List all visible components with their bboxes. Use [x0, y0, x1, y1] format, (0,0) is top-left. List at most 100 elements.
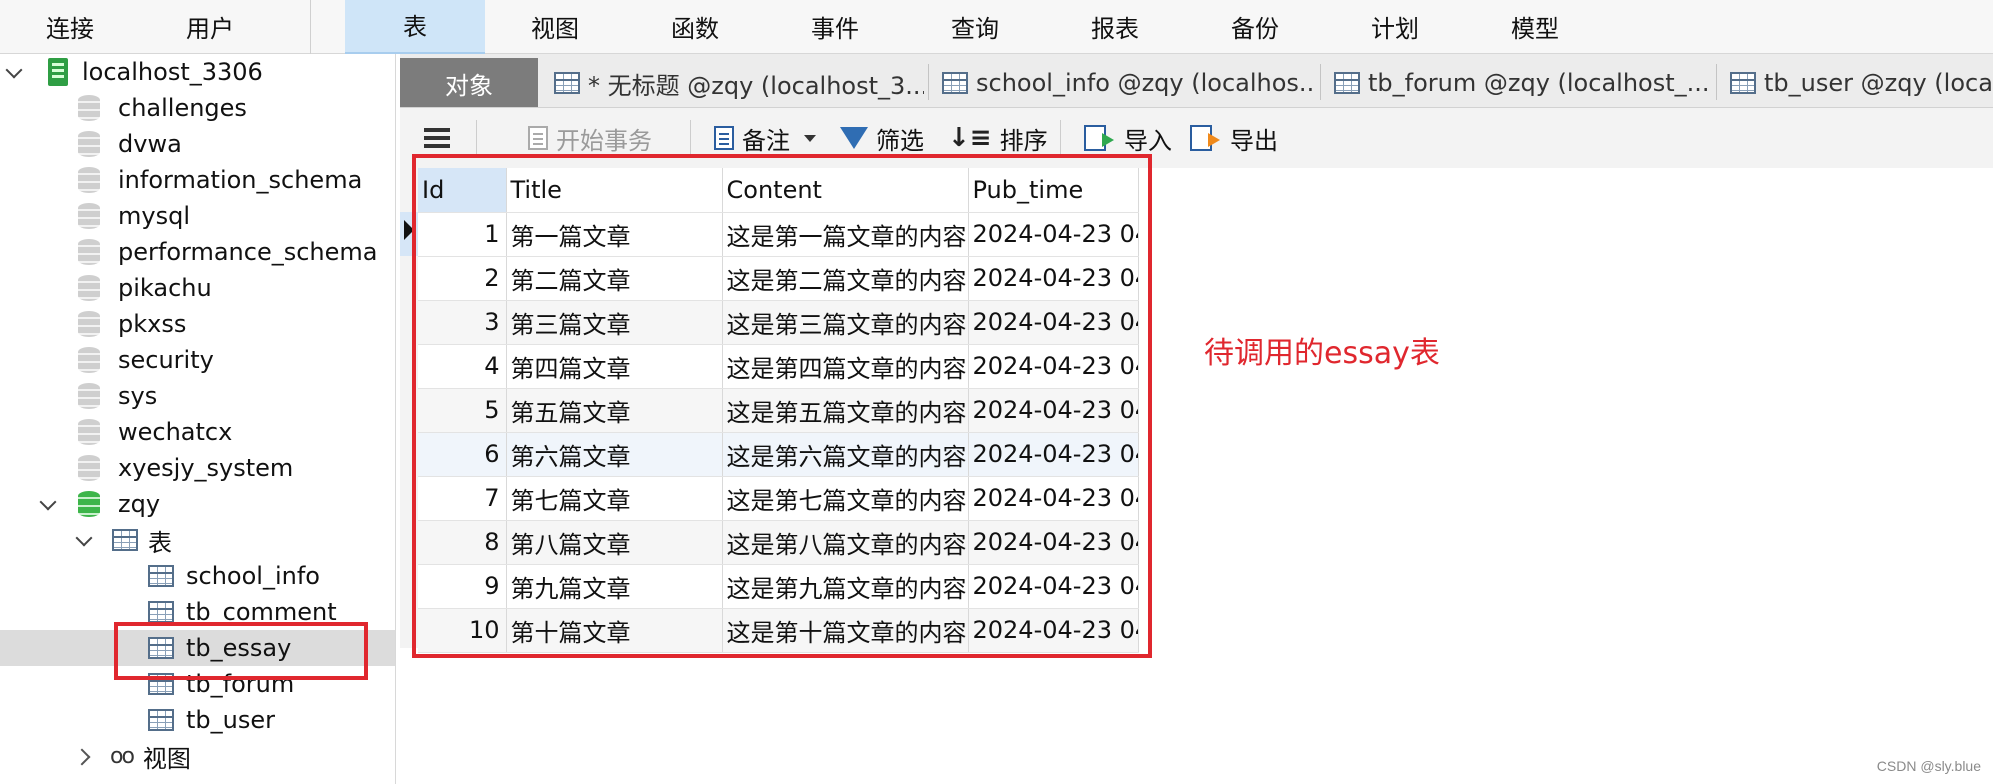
import-button[interactable]: 导入 [1084, 118, 1172, 158]
tab-tb-forum[interactable]: tb_forum @zqy (localhost_... [1324, 58, 1712, 107]
export-button[interactable]: 导出 [1190, 118, 1278, 158]
cell-title[interactable]: 第四篇文章 [506, 344, 723, 389]
table-row[interactable]: 10 第十篇文章 这是第十篇文章的内容 2024-04-23 04 [418, 608, 1139, 653]
tree-database[interactable]: security [0, 342, 395, 378]
cell-pub-time[interactable]: 2024-04-23 04 [968, 344, 1139, 389]
tree-database[interactable]: challenges [0, 90, 395, 126]
tree-table-selected[interactable]: tb_essay [0, 630, 395, 666]
table-row[interactable]: 3 第三篇文章 这是第三篇文章的内容 2024-04-23 04 [418, 300, 1139, 345]
toolbar-users[interactable]: 用户 [140, 0, 280, 54]
toolbar-events[interactable]: 事件 [765, 0, 905, 54]
column-header-content[interactable]: Content [722, 168, 969, 213]
toolbar-tables[interactable]: 表 [345, 0, 485, 54]
note-button[interactable]: 备注 [714, 118, 816, 158]
cell-content[interactable]: 这是第一篇文章的内容 [722, 212, 969, 257]
toolbar-schedule[interactable]: 计划 [1325, 0, 1465, 54]
tree-database-open[interactable]: zqy [0, 486, 395, 522]
table-row[interactable]: 1 第一篇文章 这是第一篇文章的内容 2024-04-23 04 [418, 212, 1139, 257]
tab-untitled-query[interactable]: * 无标题 @zqy (localhost_3... [544, 58, 924, 107]
cell-title[interactable]: 第八篇文章 [506, 520, 723, 565]
caret-down-icon[interactable] [804, 134, 816, 142]
cell-content[interactable]: 这是第十篇文章的内容 [722, 608, 969, 653]
cell-title[interactable]: 第三篇文章 [506, 300, 723, 345]
cell-title[interactable]: 第一篇文章 [506, 212, 723, 257]
toolbar-functions[interactable]: 函数 [625, 0, 765, 54]
tree-table[interactable]: school_info [0, 558, 395, 594]
cell-pub-time[interactable]: 2024-04-23 04 [968, 300, 1139, 345]
chevron-down-icon[interactable] [40, 496, 56, 512]
table-row[interactable]: 6 第六篇文章 这是第六篇文章的内容 2024-04-23 04 [418, 432, 1139, 477]
cell-title[interactable]: 第六篇文章 [506, 432, 723, 477]
cell-pub-time[interactable]: 2024-04-23 04 [968, 388, 1139, 433]
tree-table[interactable]: tb_forum [0, 666, 395, 702]
cell-title[interactable]: 第二篇文章 [506, 256, 723, 301]
tab-school-info[interactable]: school_info @zqy (localhos... [932, 58, 1316, 107]
table-row[interactable]: 7 第七篇文章 这是第七篇文章的内容 2024-04-23 04 [418, 476, 1139, 521]
column-header-title[interactable]: Title [506, 168, 723, 213]
cell-pub-time[interactable]: 2024-04-23 04 [968, 212, 1139, 257]
tree-database[interactable]: performance_schema [0, 234, 395, 270]
cell-title[interactable]: 第九篇文章 [506, 564, 723, 609]
cell-id[interactable]: 8 [418, 520, 507, 565]
tree-table[interactable]: tb_comment [0, 594, 395, 630]
tree-database[interactable]: pkxss [0, 306, 395, 342]
tree-table[interactable]: tb_user [0, 702, 395, 738]
chevron-down-icon[interactable] [76, 532, 92, 548]
cell-pub-time[interactable]: 2024-04-23 04 [968, 564, 1139, 609]
tree-tables-folder[interactable]: 表 [0, 522, 395, 558]
cell-id[interactable]: 6 [418, 432, 507, 477]
table-row[interactable]: 5 第五篇文章 这是第五篇文章的内容 2024-04-23 04 [418, 388, 1139, 433]
tab-tb-user[interactable]: tb_user @zqy (localh [1720, 58, 1993, 107]
cell-id[interactable]: 1 [418, 212, 507, 257]
cell-content[interactable]: 这是第七篇文章的内容 [722, 476, 969, 521]
cell-pub-time[interactable]: 2024-04-23 04 [968, 256, 1139, 301]
table-row[interactable]: 2 第二篇文章 这是第二篇文章的内容 2024-04-23 04 [418, 256, 1139, 301]
cell-content[interactable]: 这是第五篇文章的内容 [722, 388, 969, 433]
cell-content[interactable]: 这是第八篇文章的内容 [722, 520, 969, 565]
table-row[interactable]: 9 第九篇文章 这是第九篇文章的内容 2024-04-23 04 [418, 564, 1139, 609]
cell-pub-time[interactable]: 2024-04-23 04 [968, 520, 1139, 565]
cell-title[interactable]: 第五篇文章 [506, 388, 723, 433]
cell-id[interactable]: 7 [418, 476, 507, 521]
tree-database[interactable]: xyesjy_system [0, 450, 395, 486]
toolbar-reports[interactable]: 报表 [1045, 0, 1185, 54]
tree-database[interactable]: wechatcx [0, 414, 395, 450]
cell-id[interactable]: 3 [418, 300, 507, 345]
toolbar-backup[interactable]: 备份 [1185, 0, 1325, 54]
toolbar-views[interactable]: 视图 [485, 0, 625, 54]
cell-id[interactable]: 4 [418, 344, 507, 389]
tree-views-folder[interactable]: oo 视图 [0, 738, 395, 774]
cell-title[interactable]: 第七篇文章 [506, 476, 723, 521]
cell-id[interactable]: 9 [418, 564, 507, 609]
tree-database[interactable]: sys [0, 378, 395, 414]
table-row[interactable]: 8 第八篇文章 这是第八篇文章的内容 2024-04-23 04 [418, 520, 1139, 565]
cell-content[interactable]: 这是第九篇文章的内容 [722, 564, 969, 609]
tree-connection[interactable]: localhost_3306 [0, 54, 395, 90]
cell-title[interactable]: 第十篇文章 [506, 608, 723, 653]
menu-button[interactable] [424, 118, 450, 158]
cell-id[interactable]: 2 [418, 256, 507, 301]
begin-transaction-button[interactable]: 开始事务 [528, 118, 652, 158]
cell-pub-time[interactable]: 2024-04-23 04 [968, 608, 1139, 653]
table-row[interactable]: 4 第四篇文章 这是第四篇文章的内容 2024-04-23 04 [418, 344, 1139, 389]
column-header-pub-time[interactable]: Pub_time [968, 168, 1139, 213]
sort-button[interactable]: ↓≡ 排序 [948, 118, 1048, 158]
toolbar-models[interactable]: 模型 [1465, 0, 1605, 54]
filter-button[interactable]: 筛选 [840, 118, 924, 158]
chevron-down-icon[interactable] [6, 64, 22, 80]
tree-database[interactable]: dvwa [0, 126, 395, 162]
cell-content[interactable]: 这是第二篇文章的内容 [722, 256, 969, 301]
cell-pub-time[interactable]: 2024-04-23 04 [968, 476, 1139, 521]
chevron-right-icon[interactable] [76, 748, 92, 764]
cell-id[interactable]: 10 [418, 608, 507, 653]
tab-objects[interactable]: 对象 [400, 58, 538, 107]
cell-content[interactable]: 这是第四篇文章的内容 [722, 344, 969, 389]
tree-database[interactable]: mysql [0, 198, 395, 234]
column-header-id[interactable]: Id [418, 168, 507, 213]
tree-database[interactable]: pikachu [0, 270, 395, 306]
tree-database[interactable]: information_schema [0, 162, 395, 198]
toolbar-connect[interactable]: 连接 [0, 0, 140, 54]
cell-content[interactable]: 这是第三篇文章的内容 [722, 300, 969, 345]
cell-id[interactable]: 5 [418, 388, 507, 433]
cell-pub-time[interactable]: 2024-04-23 04 [968, 432, 1139, 477]
